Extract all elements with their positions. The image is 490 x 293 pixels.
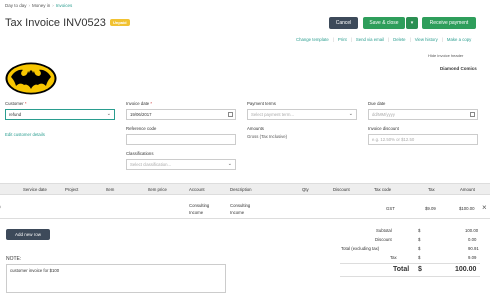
save-options-dropdown[interactable]: ▾: [406, 17, 418, 29]
invoice-date-label: Invoice date *: [126, 101, 153, 106]
col-tax: Tax: [428, 187, 435, 192]
due-date-label: Due date: [368, 101, 386, 106]
send-email-link[interactable]: Send via email: [356, 37, 384, 42]
print-link[interactable]: Print: [338, 37, 347, 42]
breadcrumb-home[interactable]: Day to day: [5, 3, 27, 8]
row-account-1[interactable]: Consulting: [189, 203, 209, 208]
col-item-price: Item price: [148, 187, 167, 192]
col-amount: Amount: [460, 187, 475, 192]
save-close-button[interactable]: Save & close: [363, 17, 405, 29]
col-tax-code: Tax code: [374, 187, 392, 192]
tax-value: 9.09: [468, 255, 477, 260]
row-drag-handle[interactable]: ○: [0, 204, 1, 211]
due-date-input[interactable]: dd/MM/yyyy: [368, 109, 478, 120]
col-description: Description: [230, 187, 252, 192]
chevron-down-icon: ⌄: [348, 111, 353, 117]
classifications-label: Classifications: [126, 151, 154, 156]
invoice-discount-label: Invoice discount: [368, 126, 399, 131]
row-description-2[interactable]: Income: [230, 210, 244, 215]
col-service-date: Service date: [23, 187, 47, 192]
amounts-label: Amounts: [247, 126, 264, 131]
totals-divider: [340, 263, 480, 264]
col-account: Account: [189, 187, 205, 192]
reference-label: Reference code: [126, 126, 157, 131]
reference-input[interactable]: [126, 134, 236, 145]
col-qty: Qty: [302, 187, 309, 192]
view-history-link[interactable]: View history: [415, 37, 438, 42]
change-template-link[interactable]: Change template: [296, 37, 329, 42]
breadcrumb-current[interactable]: Invoices: [56, 3, 73, 8]
currency-symbol: $: [418, 246, 421, 251]
make-copy-link[interactable]: Make a copy: [447, 37, 471, 42]
edit-customer-link[interactable]: Edit customer details: [5, 132, 45, 137]
classifications-select[interactable]: Select classification... ⌄: [126, 159, 236, 170]
customer-input[interactable]: refund ⌄: [5, 109, 115, 120]
invoice-actions-links: Change template | Print | Send via email | Del…: [296, 37, 472, 42]
batman-logo: [5, 62, 57, 95]
cancel-button[interactable]: Cancel: [329, 17, 358, 29]
currency-symbol: $: [418, 237, 421, 242]
currency-symbol: $: [418, 255, 421, 260]
invoice-date-input[interactable]: 19/06/2017: [126, 109, 236, 120]
total-label: Total: [393, 266, 410, 273]
row-divider: [0, 218, 490, 219]
company-name: Diamond Comics: [440, 66, 477, 71]
subtotal-label: Subtotal: [376, 228, 392, 233]
note-label: NOTE:: [6, 256, 22, 262]
status-badge: Unpaid: [110, 19, 130, 26]
line-items-header: Service date Project Item Item price Acc…: [0, 183, 490, 195]
calendar-icon[interactable]: [228, 112, 233, 117]
breadcrumb: Day to day › Money in › Invoices: [5, 3, 73, 8]
close-icon[interactable]: ×: [482, 203, 487, 212]
discount-value: 0.00: [468, 237, 477, 242]
receive-payment-button[interactable]: Receive payment: [422, 17, 476, 29]
totals-divider: [340, 276, 480, 277]
col-project: Project: [65, 187, 79, 192]
chevron-down-icon: ⌄: [106, 111, 111, 117]
table-row[interactable]: ○ Consulting Income Consulting Income GS…: [0, 200, 490, 218]
row-account-2[interactable]: Income: [189, 210, 203, 215]
page-title: Tax Invoice INV0523: [5, 17, 106, 29]
tax-label: Tax: [390, 255, 397, 260]
breadcrumb-section[interactable]: Money in: [32, 3, 50, 8]
col-discount: Discount: [333, 187, 350, 192]
currency-symbol: $: [418, 266, 422, 273]
add-new-row-button[interactable]: Add new row: [6, 229, 50, 240]
customer-label: Customer *: [5, 101, 27, 106]
row-amount[interactable]: $100.00: [459, 206, 475, 211]
calendar-icon[interactable]: [470, 112, 475, 117]
subtotal-value: 100.00: [465, 228, 479, 233]
note-textarea[interactable]: customer invoice for $100: [6, 264, 226, 293]
total-excl-tax-value: 90.91: [468, 246, 479, 251]
row-tax-code[interactable]: GST: [386, 206, 395, 211]
total-excl-tax-label: Total (excluding tax): [341, 246, 380, 251]
hide-invoice-header-toggle[interactable]: Hide invoice header: [428, 53, 463, 58]
row-description-1[interactable]: Consulting: [230, 203, 250, 208]
row-tax: $9.09: [425, 206, 436, 211]
delete-link[interactable]: Delete: [393, 37, 405, 42]
chevron-down-icon: ⌄: [227, 161, 232, 167]
payment-terms-label: Payment terms: [247, 101, 276, 106]
invoice-discount-input[interactable]: e.g. 12.50% or $12.50: [368, 134, 478, 145]
discount-label: Discount: [375, 237, 392, 242]
currency-symbol: $: [418, 228, 421, 233]
payment-terms-select[interactable]: Select payment term... ⌄: [247, 109, 357, 120]
amounts-value[interactable]: Gross (Tax Inclusive): [247, 134, 287, 139]
total-value: 100.00: [455, 266, 477, 273]
col-item: Item: [106, 187, 115, 192]
